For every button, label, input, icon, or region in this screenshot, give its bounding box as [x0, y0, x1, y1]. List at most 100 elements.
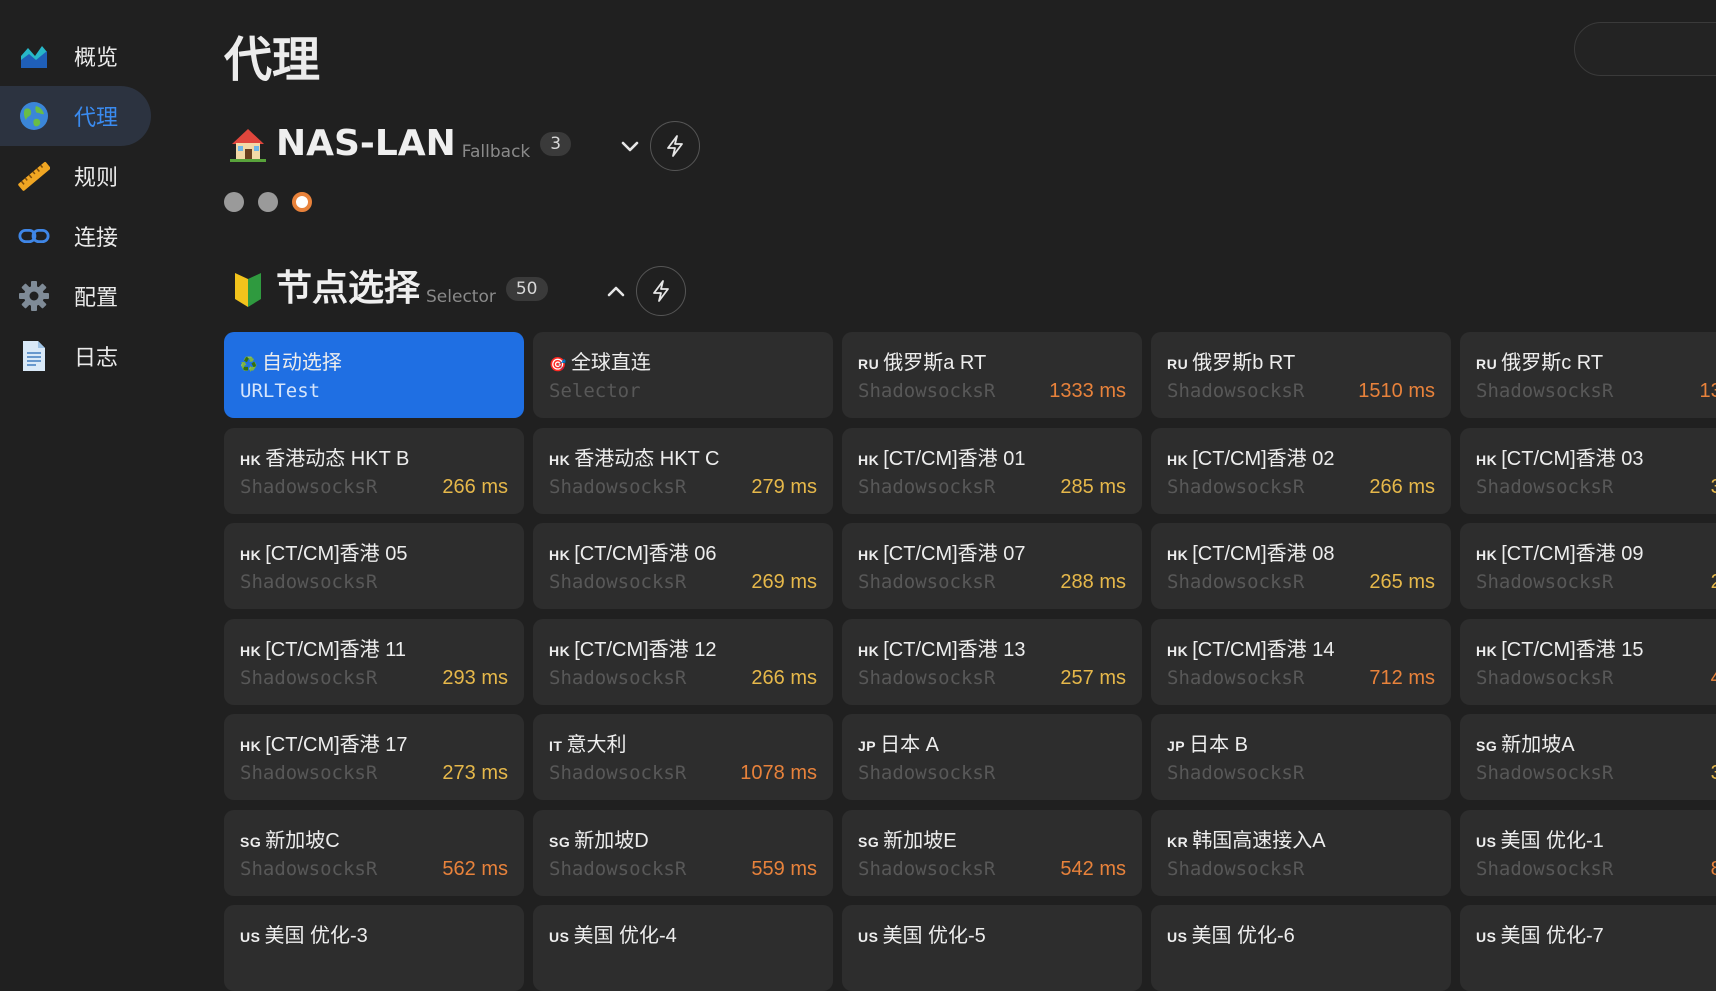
proxy-card[interactable]: SG新加坡CShadowsocksR562 ms — [224, 810, 524, 896]
link-icon — [18, 221, 50, 251]
proxy-card[interactable]: HK[CT/CM]香港 08ShadowsocksR265 ms — [1151, 523, 1451, 609]
sidebar-item-rules[interactable]: 规则 — [0, 146, 151, 206]
proxy-card[interactable]: HK香港动态 HKT BShadowsocksR266 ms — [224, 428, 524, 514]
proxy-card[interactable]: JP日本 A ShadowsocksR — [842, 714, 1142, 800]
proxy-card[interactable]: RU俄罗斯c RTShadowsocksR1355 — [1460, 332, 1716, 418]
proxy-type: ShadowsocksR — [858, 762, 995, 784]
proxy-latency: 443 — [1711, 667, 1716, 690]
proxy-card[interactable]: HK[CT/CM]香港 12ShadowsocksR266 ms — [533, 619, 833, 705]
proxy-latency: 273 ms — [442, 762, 508, 785]
proxy-card[interactable]: RU俄罗斯a RTShadowsocksR1333 ms — [842, 332, 1142, 418]
flag-icon: HK — [549, 452, 570, 468]
proxy-name-text: 日本 B — [1189, 734, 1248, 756]
proxy-card[interactable]: US美国 优化-1ShadowsocksR836 — [1460, 810, 1716, 896]
proxy-card[interactable]: HK[CT/CM]香港 15ShadowsocksR443 — [1460, 619, 1716, 705]
proxy-card[interactable]: HK[CT/CM]香港 06ShadowsocksR269 ms — [533, 523, 833, 609]
proxy-type: URLTest — [240, 380, 320, 402]
proxy-card[interactable]: SG新加坡DShadowsocksR559 ms — [533, 810, 833, 896]
latency-test-button[interactable] — [636, 266, 686, 316]
proxy-card[interactable]: KR韩国高速接入AShadowsocksR — [1151, 810, 1451, 896]
proxy-card[interactable]: SG新加坡EShadowsocksR542 ms — [842, 810, 1142, 896]
proxy-type: ShadowsocksR — [549, 858, 686, 880]
proxy-type: ShadowsocksR — [1476, 380, 1613, 402]
proxy-name-text: 韩国高速接入A — [1192, 830, 1325, 852]
proxy-card[interactable]: HK[CT/CM]香港 07ShadowsocksR288 ms — [842, 523, 1142, 609]
proxy-card[interactable]: HK[CT/CM]香港 02ShadowsocksR266 ms — [1151, 428, 1451, 514]
proxy-name: SG新加坡A — [1476, 728, 1575, 757]
proxy-card[interactable]: HK[CT/CM]香港 17ShadowsocksR273 ms — [224, 714, 524, 800]
sidebar-item-label: 连接 — [74, 220, 118, 252]
proxy-dot-selected[interactable] — [292, 192, 312, 212]
search-input[interactable] — [1574, 22, 1716, 76]
flag-icon: HK — [240, 547, 261, 563]
sidebar-item-proxies[interactable]: 代理 — [0, 86, 151, 146]
proxy-card[interactable]: US美国 优化-6 — [1151, 905, 1451, 991]
proxy-name-text: 香港动态 HKT C — [574, 448, 719, 470]
proxy-name: HK[CT/CM]香港 07 — [858, 537, 1025, 566]
proxy-name: US美国 优化-1 — [1476, 824, 1604, 853]
flag-icon: JP — [1167, 738, 1185, 754]
proxy-name-text: 新加坡C — [265, 830, 339, 852]
proxy-card[interactable]: 🎯全球直连Selector — [533, 332, 833, 418]
proxy-name: JP日本 A — [858, 728, 939, 757]
proxy-name: HK[CT/CM]香港 01 — [858, 442, 1025, 471]
flag-icon: RU — [1476, 356, 1497, 372]
beginner-icon — [228, 269, 268, 309]
expand-group-button[interactable] — [610, 126, 650, 166]
proxy-type: ShadowsocksR — [858, 476, 995, 498]
sidebar-item-logs[interactable]: 日志 — [0, 326, 151, 386]
flag-icon: JP — [858, 738, 876, 754]
proxy-type: ShadowsocksR — [240, 667, 377, 689]
flag-icon: HK — [858, 547, 879, 563]
proxy-name: RU俄罗斯b RT — [1167, 346, 1295, 375]
flag-icon: HK — [858, 643, 879, 659]
proxy-card[interactable]: HK[CT/CM]香港 05ShadowsocksR — [224, 523, 524, 609]
proxy-name-text: 自动选择 — [262, 352, 342, 374]
proxy-card[interactable]: HK[CT/CM]香港 03ShadowsocksR375 — [1460, 428, 1716, 514]
proxy-dot[interactable] — [224, 192, 244, 212]
proxy-latency: 1333 ms — [1049, 380, 1126, 403]
proxy-card[interactable]: HK[CT/CM]香港 14ShadowsocksR712 ms — [1151, 619, 1451, 705]
sidebar-item-overview[interactable]: 概览 — [0, 26, 151, 86]
flag-icon: US — [240, 929, 260, 945]
proxy-card[interactable]: HK[CT/CM]香港 09ShadowsocksR286 — [1460, 523, 1716, 609]
proxy-card[interactable]: SG新加坡AShadowsocksR392 — [1460, 714, 1716, 800]
proxy-type: ShadowsocksR — [549, 571, 686, 593]
proxy-dot[interactable] — [258, 192, 278, 212]
flag-icon: ♻️ — [240, 356, 258, 372]
proxy-card[interactable]: US美国 优化-3 — [224, 905, 524, 991]
proxy-latency: 1355 — [1700, 380, 1716, 403]
proxy-latency: 392 — [1711, 762, 1716, 785]
proxy-latency: 712 ms — [1369, 667, 1435, 690]
sidebar-item-config[interactable]: 配置 — [0, 266, 151, 326]
proxy-name: ♻️自动选择 — [240, 346, 342, 375]
proxy-card[interactable]: ♻️自动选择 URLTest — [224, 332, 524, 418]
proxy-card[interactable]: US美国 优化-7 — [1460, 905, 1716, 991]
proxy-card[interactable]: IT意大利ShadowsocksR1078 ms — [533, 714, 833, 800]
sidebar-item-connections[interactable]: 连接 — [0, 206, 151, 266]
proxy-card[interactable]: HK香港动态 HKT CShadowsocksR279 ms — [533, 428, 833, 514]
ruler-icon — [18, 161, 50, 191]
proxy-card[interactable]: RU俄罗斯b RT ShadowsocksR 1510 ms — [1151, 332, 1451, 418]
proxy-card[interactable]: HK[CT/CM]香港 01ShadowsocksR285 ms — [842, 428, 1142, 514]
proxy-latency: 836 — [1711, 858, 1716, 881]
proxy-name: HK[CT/CM]香港 03 — [1476, 442, 1643, 471]
proxy-name-text: 新加坡D — [574, 830, 648, 852]
proxy-type: ShadowsocksR — [858, 571, 995, 593]
flag-icon: HK — [1476, 643, 1497, 659]
proxy-latency: 1510 ms — [1358, 380, 1435, 403]
proxy-name: KR韩国高速接入A — [1167, 824, 1326, 853]
proxy-card[interactable]: US美国 优化-5 — [842, 905, 1142, 991]
flag-icon: RU — [858, 356, 879, 372]
proxy-card[interactable]: JP日本 BShadowsocksR — [1151, 714, 1451, 800]
flag-icon: 🎯 — [549, 356, 567, 372]
proxy-card[interactable]: HK[CT/CM]香港 11ShadowsocksR293 ms — [224, 619, 524, 705]
proxy-type: ShadowsocksR — [1167, 380, 1304, 402]
proxy-type: Selector — [549, 380, 641, 402]
proxy-card[interactable]: US美国 优化-4 — [533, 905, 833, 991]
lightning-icon — [650, 279, 672, 303]
collapse-group-button[interactable] — [596, 271, 636, 311]
proxy-name-text: 香港动态 HKT B — [265, 448, 409, 470]
proxy-card[interactable]: HK[CT/CM]香港 13ShadowsocksR257 ms — [842, 619, 1142, 705]
latency-test-button[interactable] — [650, 121, 700, 171]
